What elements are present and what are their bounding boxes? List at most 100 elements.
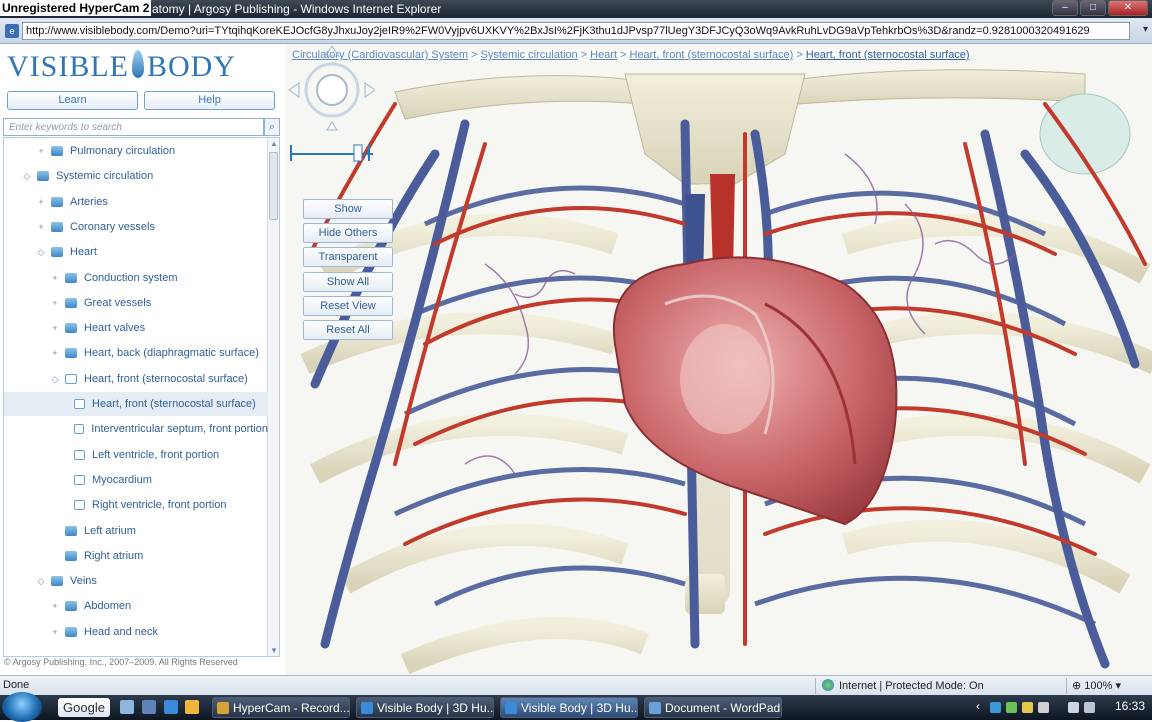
close-button[interactable]: ✕	[1108, 0, 1148, 16]
start-button[interactable]	[2, 692, 42, 722]
expand-icon[interactable]: +	[36, 222, 46, 232]
show-all-button[interactable]: Show All	[303, 272, 393, 292]
zoom-control[interactable]: ⊕ 100% ▾	[1072, 679, 1121, 692]
collapse-icon[interactable]: ◇	[36, 576, 46, 586]
page-icon	[74, 474, 85, 485]
folder-icon	[65, 601, 77, 612]
expand-icon[interactable]: +	[50, 348, 60, 358]
clock[interactable]: 16:33	[1115, 699, 1145, 713]
scroll-thumb[interactable]	[269, 152, 278, 220]
collapse-icon[interactable]: ◇	[22, 171, 32, 181]
status-divider	[1066, 678, 1067, 694]
expand-icon[interactable]: +	[36, 146, 46, 156]
page-icon	[74, 424, 85, 435]
url-dropdown-icon[interactable]: ▾	[1143, 24, 1148, 35]
tree-scrollbar[interactable]: ▲ ▼	[267, 138, 279, 656]
tray-icon[interactable]	[1038, 702, 1049, 713]
expand-icon[interactable]: +	[50, 298, 60, 308]
search-icon[interactable]: ⌕	[264, 118, 280, 136]
collapse-icon[interactable]: ◇	[50, 374, 60, 384]
tree-item-label: Coronary vessels	[70, 220, 155, 233]
tray-expand-icon[interactable]: ‹	[976, 699, 980, 713]
taskbar-button[interactable]: Visible Body | 3D Hu...	[356, 697, 494, 718]
folder-icon	[65, 272, 77, 283]
switch-windows-icon[interactable]	[142, 700, 156, 714]
tree-item[interactable]: + Great vessels	[4, 291, 268, 315]
tree-item[interactable]: + Abdomen	[4, 594, 268, 618]
expand-icon[interactable]: +	[36, 197, 46, 207]
show-desktop-icon[interactable]	[120, 700, 134, 714]
tree-item[interactable]: Myocardium	[4, 468, 268, 492]
tree-item[interactable]: + Head and neck	[4, 620, 268, 644]
address-bar: e http://www.visiblebody.com/Demo?uri=TY…	[0, 18, 1152, 44]
learn-button[interactable]: Learn	[7, 91, 138, 110]
tree-item[interactable]: Left atrium	[4, 519, 268, 543]
folder-icon	[65, 626, 77, 637]
collapse-icon[interactable]: ◇	[36, 247, 46, 257]
maximize-button[interactable]: □	[1080, 0, 1106, 16]
tree-item[interactable]: Heart, front (sternocostal surface)	[4, 392, 268, 416]
taskbar-button[interactable]: Document - WordPad	[644, 697, 782, 718]
taskbar-button[interactable]: HyperCam - Record...	[212, 697, 350, 718]
search-input[interactable]: Enter keywords to search	[3, 118, 264, 136]
tree-item-label: Myocardium	[92, 473, 152, 486]
expand-icon[interactable]: +	[50, 273, 60, 283]
tree-item[interactable]: ◇ Heart, front (sternocostal surface)	[4, 367, 268, 391]
taskbar-button[interactable]: Visible Body | 3D Hu...	[500, 697, 638, 718]
tree-item-label: Abdomen	[84, 600, 132, 613]
tree-item[interactable]: + Conduction system	[4, 266, 268, 290]
zoom-dropdown-icon[interactable]: ▾	[1115, 680, 1121, 692]
folder-icon	[51, 146, 63, 156]
view-navigation-widget[interactable]	[285, 44, 375, 164]
hide-others-button[interactable]: Hide Others	[303, 223, 393, 243]
expand-icon[interactable]: +	[50, 601, 60, 611]
url-input[interactable]: http://www.visiblebody.com/Demo?uri=TYtq…	[22, 22, 1130, 40]
tree-item[interactable]: Left ventricle, front portion	[4, 443, 268, 467]
tree-item[interactable]: + Coronary vessels	[4, 215, 268, 239]
breadcrumb-link[interactable]: Heart	[590, 49, 617, 61]
google-deskbar[interactable]: Google	[58, 698, 110, 717]
tree-item[interactable]: + Pulmonary circulation	[4, 139, 268, 163]
app-icon	[217, 702, 229, 714]
folder-quicklaunch-icon[interactable]	[185, 700, 199, 714]
scroll-down-icon[interactable]: ▼	[270, 646, 278, 655]
tree-item-label: Left atrium	[84, 524, 136, 537]
anatomy-3d-viewer[interactable]: Circulatory (Cardiovascular) System > Syst…	[285, 44, 1152, 675]
tray-icon[interactable]	[1006, 702, 1017, 713]
folder-icon	[65, 323, 77, 334]
tree-item[interactable]: + Heart, back (diaphragmatic surface)	[4, 341, 268, 365]
network-icon[interactable]	[1068, 702, 1079, 713]
reset-view-button[interactable]: Reset View	[303, 296, 393, 316]
tree-item[interactable]: Right ventricle, front portion	[4, 493, 268, 517]
ie-quicklaunch-icon[interactable]	[164, 700, 178, 714]
tray-icon[interactable]	[1022, 702, 1033, 713]
tree-item[interactable]: Right atrium	[4, 544, 268, 568]
scroll-up-icon[interactable]: ▲	[270, 139, 278, 148]
expand-icon[interactable]: +	[50, 627, 60, 637]
tray-icon[interactable]	[990, 702, 1001, 713]
expand-icon[interactable]: +	[50, 323, 60, 333]
show-button[interactable]: Show	[303, 199, 393, 219]
speaker-icon[interactable]	[1084, 702, 1095, 713]
breadcrumb-link[interactable]: Systemic circulation	[480, 49, 577, 61]
anatomy-model-render[interactable]	[285, 44, 1152, 675]
hypercam-watermark: Unregistered HyperCam 2	[0, 0, 152, 16]
tree-item[interactable]: + Heart valves	[4, 316, 268, 340]
reset-all-button[interactable]: Reset All	[303, 320, 393, 340]
tree-item[interactable]: ◇ Heart	[4, 240, 268, 264]
tree-item[interactable]: ◇ Systemic circulation	[4, 164, 268, 188]
folder-icon	[65, 525, 77, 536]
help-button[interactable]: Help	[144, 91, 275, 110]
tree-item[interactable]: ◇ Veins	[4, 569, 268, 593]
tree-item[interactable]: + Arteries	[4, 190, 268, 214]
security-zone[interactable]: Internet | Protected Mode: On	[822, 679, 984, 692]
tree-item[interactable]: Interventricular septum, front portion	[4, 417, 268, 441]
status-bar: Done Internet | Protected Mode: On ⊕ 100…	[0, 675, 1152, 695]
breadcrumb-link[interactable]: Heart, front (sternocostal surface)	[629, 49, 793, 61]
transparent-button[interactable]: Transparent	[303, 247, 393, 267]
tree-item-label: Heart, front (sternocostal surface)	[92, 398, 256, 410]
page-icon	[74, 449, 85, 460]
sidebar: VISIBLE BODY Learn Help Enter keywords to…	[0, 44, 285, 675]
minimize-button[interactable]: –	[1052, 0, 1078, 16]
breadcrumb-link[interactable]: Heart, front (sternocostal surface)	[806, 49, 970, 61]
